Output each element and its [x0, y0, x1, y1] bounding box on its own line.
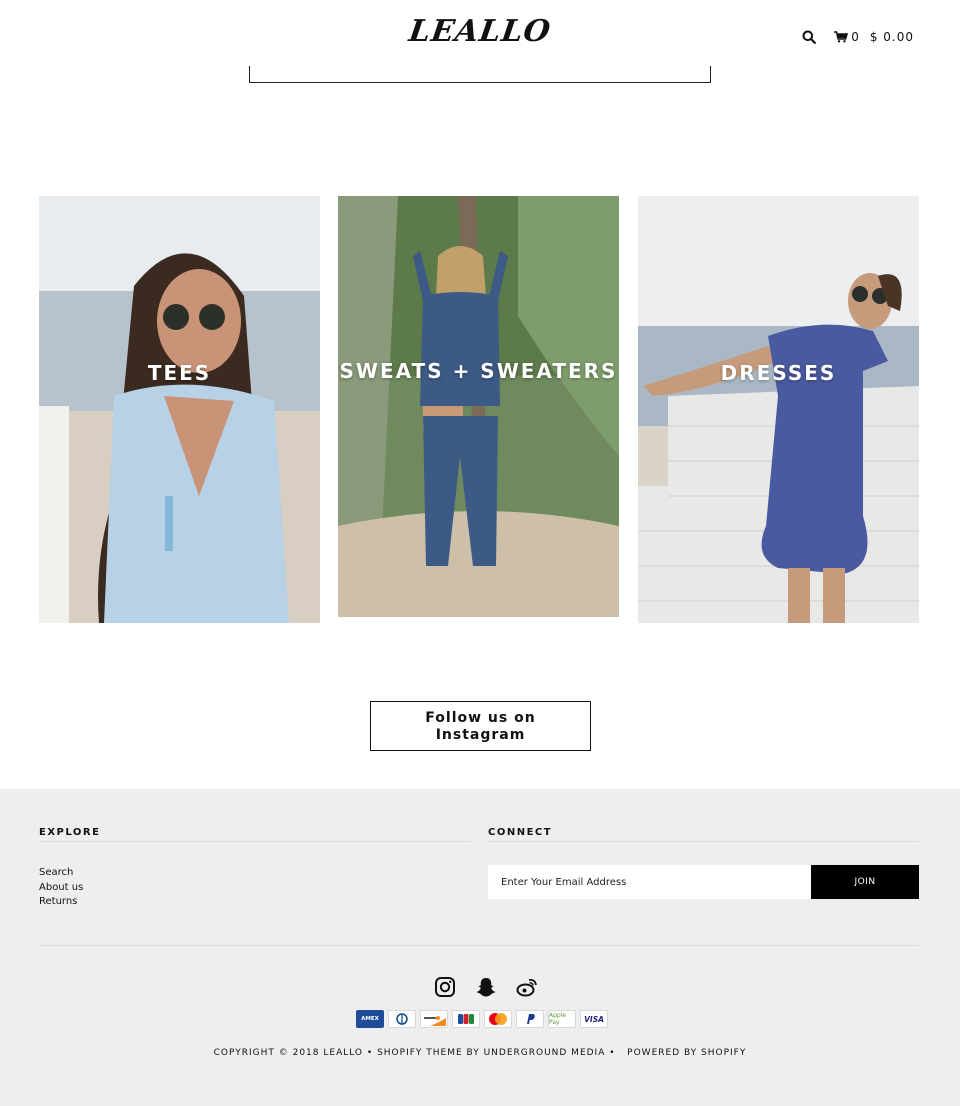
discover-icon [420, 1010, 448, 1028]
collection-tile-tees[interactable]: TEES [39, 196, 320, 623]
newsletter-email-input[interactable] [488, 865, 811, 899]
footer-heading-explore: EXPLORE [39, 827, 101, 838]
copyright-line: COPYRIGHT © 2018 LEALLO • SHOPIFY THEME … [0, 1048, 960, 1058]
cart-icon [834, 31, 849, 43]
mastercard-icon [484, 1010, 512, 1028]
instagram-icon[interactable] [434, 976, 456, 998]
header-actions: 0 $ 0.00 [802, 30, 914, 44]
visa-icon-label: VISA [584, 1014, 604, 1024]
visa-icon: VISA [580, 1010, 608, 1028]
copyright-text: COPYRIGHT © 2018 LEALLO [213, 1048, 364, 1058]
dresses-photo [638, 196, 919, 623]
follow-instagram-line2: Instagram [435, 727, 526, 743]
jcb-icon [452, 1010, 480, 1028]
follow-instagram-line1: Follow us on [425, 710, 536, 726]
site-header: LEALLO 0 $ 0.00 [0, 0, 960, 75]
footer-link-returns[interactable]: Returns [39, 895, 83, 910]
payment-icons: AMEX Apple Pay VISA [356, 1010, 612, 1028]
connect-rule [488, 841, 919, 842]
footer-link-search[interactable]: Search [39, 866, 83, 881]
theme-credit-link[interactable]: SHOPIFY THEME BY UNDERGROUND MEDIA [377, 1048, 605, 1058]
newsletter-join-button[interactable]: JOIN [811, 865, 919, 899]
powered-by-shopify-link[interactable]: POWERED BY SHOPIFY [627, 1048, 746, 1058]
copyright-separator: • [609, 1048, 624, 1058]
footer-link-about-us[interactable]: About us [39, 881, 83, 896]
applepay-icon-label: Apple Pay [549, 1012, 567, 1026]
collection-tile-sweats-sweaters[interactable]: SWEATS + SWEATERS [338, 196, 619, 617]
cart-link[interactable]: 0 $ 0.00 [834, 30, 914, 44]
footer-heading-connect: CONNECT [488, 827, 553, 838]
follow-instagram-button[interactable]: Follow us on Instagram [370, 701, 591, 751]
applepay-icon: Apple Pay [548, 1010, 576, 1028]
collection-label-tees: TEES [147, 361, 212, 385]
footer-divider [39, 945, 919, 946]
collection-label-dresses: DRESSES [720, 361, 837, 385]
paypal-icon [516, 1010, 544, 1028]
amex-icon-label: AMEX [361, 1016, 379, 1022]
sweats-photo [338, 196, 619, 617]
site-footer: EXPLORE Search About us Returns CONNECT … [0, 789, 960, 1106]
tees-photo [39, 196, 320, 623]
copyright-separator: • [366, 1048, 378, 1058]
snapchat-icon[interactable] [475, 976, 497, 998]
diners-icon [388, 1010, 416, 1028]
amex-icon: AMEX [356, 1010, 384, 1028]
search-icon[interactable] [802, 30, 817, 44]
explore-links: Search About us Returns [39, 866, 83, 910]
collection-tile-dresses[interactable]: DRESSES [638, 196, 919, 623]
weibo-icon[interactable] [516, 976, 538, 998]
search-bar-outline [249, 66, 711, 83]
cart-count: 0 [851, 30, 860, 44]
collection-label-sweats-sweaters: SWEATS + SWEATERS [339, 359, 618, 383]
explore-rule [39, 841, 471, 842]
cart-total: $ 0.00 [869, 30, 914, 44]
